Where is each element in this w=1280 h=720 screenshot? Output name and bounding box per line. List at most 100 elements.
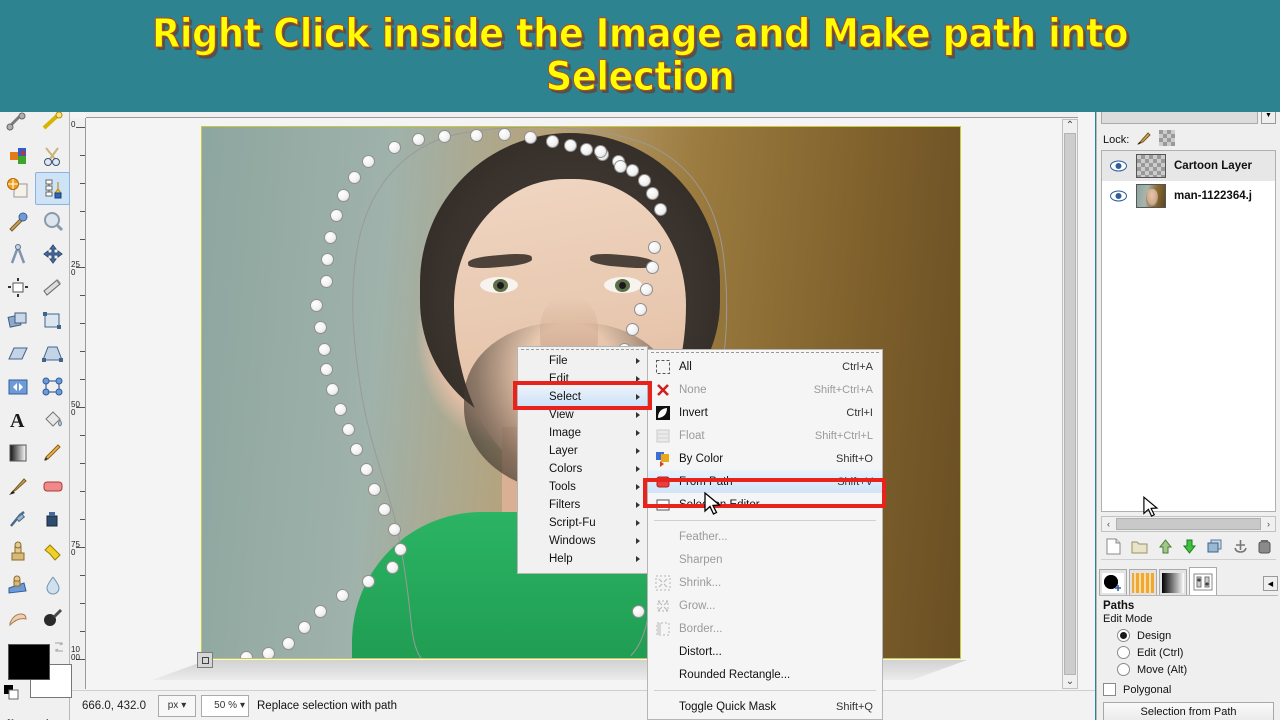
new-layer-group-icon[interactable] — [1131, 539, 1148, 557]
anchor-layer-icon[interactable] — [1233, 539, 1248, 557]
radio-button-icon[interactable] — [1117, 629, 1130, 642]
raise-layer-icon[interactable] — [1158, 538, 1173, 557]
submenu-item-by-color[interactable]: By Color Shift+O — [648, 447, 882, 470]
layer-row-photo[interactable]: man-1122364.j — [1102, 181, 1275, 211]
duplicate-layer-icon[interactable] — [1207, 539, 1223, 557]
delete-layer-icon[interactable] — [1258, 539, 1271, 557]
submenu-item-toggle-quick-mask[interactable]: Toggle Quick Mask Shift+Q — [648, 695, 882, 718]
radio-design[interactable]: Design — [1117, 629, 1274, 642]
menu-item-help[interactable]: Help — [518, 550, 647, 568]
bucket-fill-tool[interactable] — [35, 403, 70, 436]
checkbox-icon[interactable] — [1103, 683, 1116, 696]
submenu-item-float[interactable]: Float Shift+Ctrl+L — [648, 424, 882, 447]
menu-item-windows[interactable]: Windows — [518, 532, 647, 550]
scale-tool[interactable] — [35, 304, 70, 337]
submenu-item-selection-editor[interactable]: Selection Editor — [648, 493, 882, 516]
gradient-tool[interactable] — [0, 436, 35, 469]
canvas-vertical-scrollbar[interactable]: ⌃ ⌄ — [1062, 119, 1078, 689]
submenu-item-none[interactable]: None Shift+Ctrl+A — [648, 378, 882, 401]
scroll-left-arrow[interactable]: ‹ — [1102, 519, 1115, 529]
eraser-tool[interactable] — [35, 469, 70, 502]
select-submenu[interactable]: All Ctrl+A None Shift+Ctrl+A Invert Ctrl… — [647, 349, 883, 720]
submenu-item-from-path[interactable]: From Path Shift+V — [648, 470, 882, 493]
reset-colors-icon[interactable] — [4, 685, 20, 701]
clone-tool[interactable] — [0, 535, 35, 568]
scroll-right-arrow[interactable]: › — [1262, 519, 1275, 529]
layer-row-cartoon[interactable]: Cartoon Layer — [1102, 151, 1275, 181]
radio-button-icon[interactable] — [1117, 663, 1130, 676]
menu-item-tools[interactable]: Tools — [518, 478, 647, 496]
layers-horizontal-scrollbar[interactable]: ‹ › — [1101, 516, 1276, 532]
vertical-scroll-thumb[interactable] — [1064, 133, 1076, 675]
submenu-item-all[interactable]: All Ctrl+A — [648, 355, 882, 378]
radio-button-icon[interactable] — [1117, 646, 1130, 659]
pencil-tool[interactable] — [35, 436, 70, 469]
lock-alpha-checker-icon[interactable] — [1159, 130, 1176, 149]
shear-tool[interactable] — [0, 337, 35, 370]
color-picker-swap-tool[interactable] — [0, 139, 35, 172]
ink-tool[interactable] — [35, 502, 70, 535]
tool-options-tab[interactable] — [1189, 567, 1217, 595]
patterns-tab[interactable] — [1129, 569, 1157, 595]
lock-pixels-brush-icon[interactable] — [1136, 130, 1152, 149]
measure-compass-tool[interactable] — [0, 238, 35, 271]
menu-item-edit[interactable]: Edit — [518, 370, 647, 388]
submenu-item-grow[interactable]: Grow... — [648, 594, 882, 617]
submenu-item-distort[interactable]: Distort... — [648, 640, 882, 663]
radio-edit[interactable]: Edit (Ctrl) — [1117, 646, 1274, 659]
foreground-color-swatch[interactable] — [8, 644, 50, 680]
perspective-tool[interactable] — [35, 337, 70, 370]
perspective-clone-tool[interactable] — [0, 568, 35, 601]
image-context-menu[interactable]: File Edit Select View Image Layer Colors… — [517, 346, 648, 574]
color-swatches[interactable] — [0, 638, 72, 713]
scissors-select-tool[interactable] — [35, 139, 70, 172]
zoom-select[interactable]: 50 % ▾ — [201, 694, 249, 717]
text-tool[interactable]: A — [0, 403, 35, 436]
dock-menu-button[interactable]: ◀ — [1263, 576, 1278, 591]
canvas-anchor-handle[interactable] — [197, 652, 213, 668]
radio-move[interactable]: Move (Alt) — [1117, 663, 1274, 676]
dodge-burn-tool[interactable] — [35, 601, 70, 634]
layers-list[interactable]: Cartoon Layer man-1122364.j — [1101, 150, 1276, 512]
airbrush-tool[interactable] — [0, 502, 35, 535]
new-layer-icon[interactable] — [1106, 538, 1121, 558]
eye-visibility-icon[interactable] — [1108, 190, 1128, 202]
foreground-select-tool[interactable] — [0, 172, 35, 205]
flip-tool[interactable] — [0, 370, 35, 403]
crop-tool[interactable] — [35, 271, 70, 304]
paintbrush-tool[interactable] — [0, 469, 35, 502]
submenu-item-feather[interactable]: Feather... — [648, 525, 882, 548]
scroll-down-arrow[interactable]: ⌄ — [1066, 676, 1074, 688]
cage-transform-tool[interactable] — [35, 370, 70, 403]
submenu-item-rounded-rectangle[interactable]: Rounded Rectangle... — [648, 663, 882, 686]
scroll-up-arrow[interactable]: ⌃ — [1066, 120, 1074, 132]
menu-item-file[interactable]: File — [518, 352, 647, 370]
vertical-ruler[interactable]: 0 250 500 750 1000 — [70, 118, 86, 689]
lower-layer-icon[interactable] — [1182, 539, 1197, 557]
eye-visibility-icon[interactable] — [1108, 160, 1128, 172]
menu-item-view[interactable]: View — [518, 406, 647, 424]
heal-tool[interactable] — [35, 535, 70, 568]
selection-from-path-button[interactable]: Selection from Path — [1103, 702, 1274, 720]
smudge-tool[interactable] — [0, 601, 35, 634]
polygonal-checkbox-row[interactable]: Polygonal — [1103, 683, 1274, 696]
submenu-item-sharpen[interactable]: Sharpen — [648, 548, 882, 571]
layers-scroll-thumb[interactable] — [1116, 518, 1261, 530]
swap-colors-icon[interactable] — [52, 640, 66, 654]
align-tool[interactable] — [0, 271, 35, 304]
blur-sharpen-tool[interactable] — [35, 568, 70, 601]
zoom-tool[interactable] — [35, 205, 70, 238]
move-tool[interactable] — [35, 238, 70, 271]
menu-item-filters[interactable]: Filters — [518, 496, 647, 514]
paths-tool[interactable] — [35, 172, 70, 205]
menu-item-image[interactable]: Image — [518, 424, 647, 442]
menu-item-colors[interactable]: Colors — [518, 460, 647, 478]
brushes-tab[interactable] — [1099, 569, 1127, 595]
menu-item-script-fu[interactable]: Script-Fu — [518, 514, 647, 532]
menu-item-select[interactable]: Select — [518, 388, 647, 406]
menu-item-layer[interactable]: Layer — [518, 442, 647, 460]
gradients-tab[interactable] — [1159, 569, 1187, 595]
submenu-item-invert[interactable]: Invert Ctrl+I — [648, 401, 882, 424]
unit-select[interactable]: px ▾ — [158, 694, 196, 717]
rotate-tool[interactable] — [0, 304, 35, 337]
